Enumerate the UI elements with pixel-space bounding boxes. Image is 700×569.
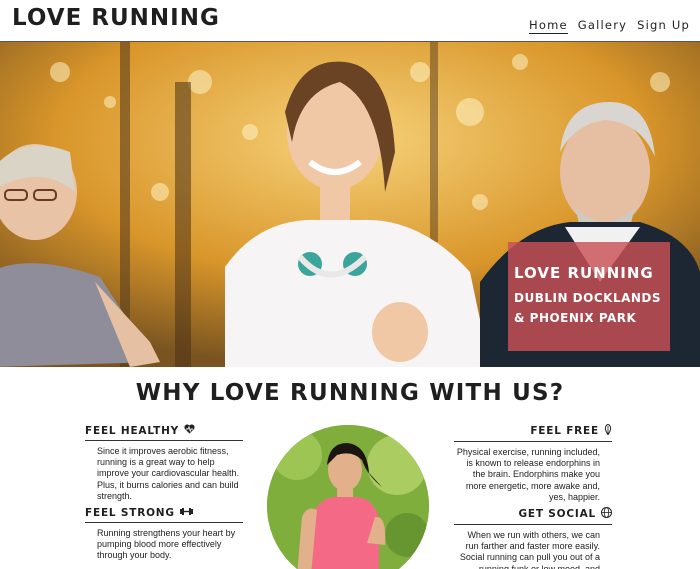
hero-caption-box: LOVE RUNNING DUBLIN DOCKLANDS & PHOENIX … — [508, 242, 670, 351]
feature-strong-title: FEEL STRONG — [85, 507, 175, 519]
feature-healthy: FEEL HEALTHY Since it improves aerobic f… — [85, 424, 243, 502]
feature-free-text: Physical exercise, running included, is … — [456, 447, 600, 502]
nav-gallery-link[interactable]: Gallery — [578, 18, 627, 34]
dumbbell-icon — [179, 507, 193, 519]
hero-title: LOVE RUNNING — [514, 264, 654, 282]
site-header: LOVE RUNNING Home Gallery Sign Up — [0, 0, 700, 42]
feature-strong-heading: FEEL STRONG — [85, 507, 243, 523]
runner-woman-image — [267, 425, 429, 569]
globe-icon — [601, 507, 612, 521]
heartbeat-icon — [184, 424, 195, 437]
feature-social: GET SOCIAL When we run with others, we c… — [454, 507, 612, 569]
feature-social-heading: GET SOCIAL — [454, 507, 612, 525]
feature-healthy-heading: FEEL HEALTHY — [85, 424, 243, 441]
feature-social-title: GET SOCIAL — [518, 508, 596, 520]
feather-icon — [604, 423, 612, 438]
site-logo[interactable]: LOVE RUNNING — [12, 5, 220, 31]
feature-healthy-title: FEEL HEALTHY — [85, 424, 180, 437]
main-nav: Home Gallery Sign Up — [529, 18, 690, 34]
nav-signup-link[interactable]: Sign Up — [637, 18, 690, 34]
feature-free: FEEL FREE Physical exercise, running inc… — [454, 423, 612, 503]
feature-healthy-text: Since it improves aerobic fitness, runni… — [97, 446, 240, 501]
nav-home-link[interactable]: Home — [529, 18, 568, 34]
feature-strong-text: Running strengthens your heart by pumpin… — [97, 528, 236, 561]
feature-free-title: FEEL FREE — [530, 425, 599, 437]
feature-social-text: When we run with others, we can run fart… — [459, 530, 600, 569]
feature-strong: FEEL STRONG Running strengthens your hea… — [85, 507, 243, 562]
section-title: WHY LOVE RUNNING WITH US? — [135, 380, 565, 406]
feature-free-heading: FEEL FREE — [454, 423, 612, 442]
hero-subtitle: DUBLIN DOCKLANDS & PHOENIX PARK — [514, 291, 662, 325]
hero-banner: LOVE RUNNING DUBLIN DOCKLANDS & PHOENIX … — [0, 42, 700, 367]
